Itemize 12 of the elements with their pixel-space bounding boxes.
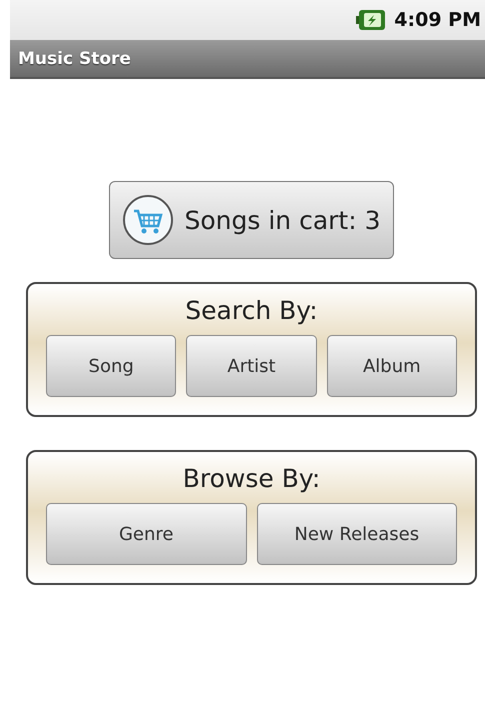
cart-button[interactable]: Songs in cart: 3 (109, 181, 394, 259)
panel-title: Search By: (185, 296, 318, 325)
panel-title: Browse By: (182, 464, 320, 493)
option-button[interactable]: Genre (46, 503, 246, 565)
cart-icon (122, 194, 174, 246)
window-title: Music Store (18, 48, 131, 68)
option-button[interactable]: Album (326, 335, 457, 397)
option-button[interactable]: Song (46, 335, 176, 397)
option-button[interactable]: Artist (186, 335, 317, 397)
clock: 4:09 PM (394, 9, 481, 31)
option-button[interactable]: New Releases (256, 503, 457, 565)
battery-icon (356, 9, 386, 31)
